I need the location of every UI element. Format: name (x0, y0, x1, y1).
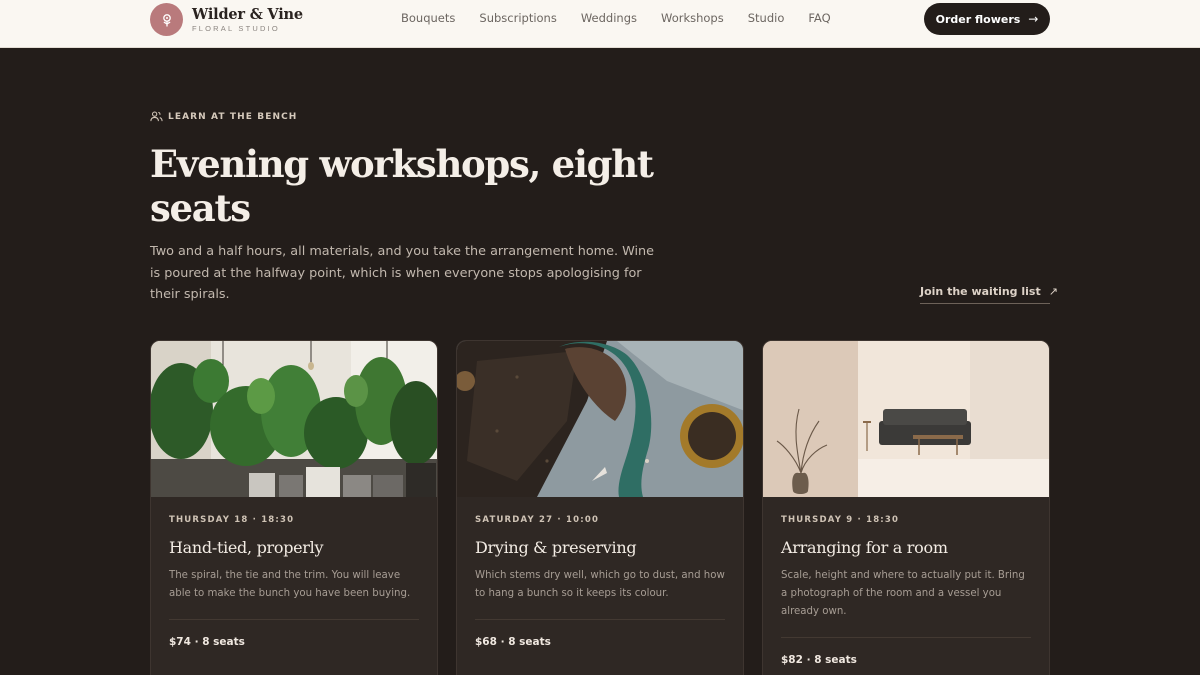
main-nav: Bouquets Subscriptions Weddings Workshop… (401, 11, 855, 25)
houseplants-image (151, 341, 437, 497)
brand-logo[interactable]: Wilder & Vine FLORAL STUDIO (150, 3, 303, 36)
users-icon (150, 111, 163, 122)
eyebrow-text: LEARN AT THE BENCH (168, 111, 298, 122)
workshop-card[interactable]: THURSDAY 18 · 18:30 Hand-tied, properly … (150, 340, 438, 675)
workshop-price: $82 · 8 seats (781, 654, 857, 666)
card-divider (781, 637, 1031, 638)
page-title: Evening workshops, eight seats (150, 142, 654, 230)
join-waiting-list-link[interactable]: Join the waiting list ↗ (920, 285, 1058, 304)
workshop-title: Hand-tied, properly (169, 538, 324, 557)
brand-name: Wilder & Vine (192, 5, 303, 23)
workshop-card[interactable]: SATURDAY 27 · 10:00 Drying & preserving … (456, 340, 744, 675)
workshop-card[interactable]: THURSDAY 9 · 18:30 Arranging for a room … (762, 340, 1050, 675)
soil-trowel-image (457, 341, 743, 497)
workshop-date: THURSDAY 18 · 18:30 (169, 515, 295, 525)
workshop-title: Arranging for a room (781, 538, 948, 557)
workshop-description: Which stems dry well, which go to dust, … (475, 570, 725, 599)
living-room-image (763, 341, 1049, 497)
workshop-description: Scale, height and where to actually put … (781, 570, 1025, 617)
workshop-title: Drying & preserving (475, 538, 637, 557)
workshop-description: The spiral, the tie and the trim. You wi… (169, 570, 411, 599)
nav-workshops[interactable]: Workshops (661, 11, 724, 25)
site-header: Wilder & Vine FLORAL STUDIO Bouquets Sub… (0, 0, 1200, 48)
flower-icon (150, 3, 183, 36)
nav-studio[interactable]: Studio (748, 11, 785, 25)
card-divider (475, 619, 725, 620)
workshop-cards: THURSDAY 18 · 18:30 Hand-tied, properly … (150, 340, 1050, 675)
card-divider (169, 619, 419, 620)
workshop-date: THURSDAY 9 · 18:30 (781, 515, 900, 525)
nav-subscriptions[interactable]: Subscriptions (479, 11, 556, 25)
order-flowers-button[interactable]: Order flowers → (924, 3, 1050, 35)
waitlist-label: Join the waiting list (920, 285, 1041, 298)
order-flowers-label: Order flowers (935, 12, 1021, 26)
workshop-price: $74 · 8 seats (169, 636, 245, 648)
brand-subtitle: FLORAL STUDIO (192, 23, 280, 33)
workshop-price: $68 · 8 seats (475, 636, 551, 648)
arrow-up-right-icon: ↗ (1048, 285, 1058, 298)
nav-bouquets[interactable]: Bouquets (401, 11, 455, 25)
workshop-date: SATURDAY 27 · 10:00 (475, 515, 600, 525)
section-eyebrow: LEARN AT THE BENCH (150, 110, 297, 123)
nav-faq[interactable]: FAQ (808, 11, 830, 25)
nav-weddings[interactable]: Weddings (581, 11, 637, 25)
arrow-right-icon: → (1028, 12, 1039, 26)
hero-description: Two and a half hours, all materials, and… (150, 244, 655, 302)
